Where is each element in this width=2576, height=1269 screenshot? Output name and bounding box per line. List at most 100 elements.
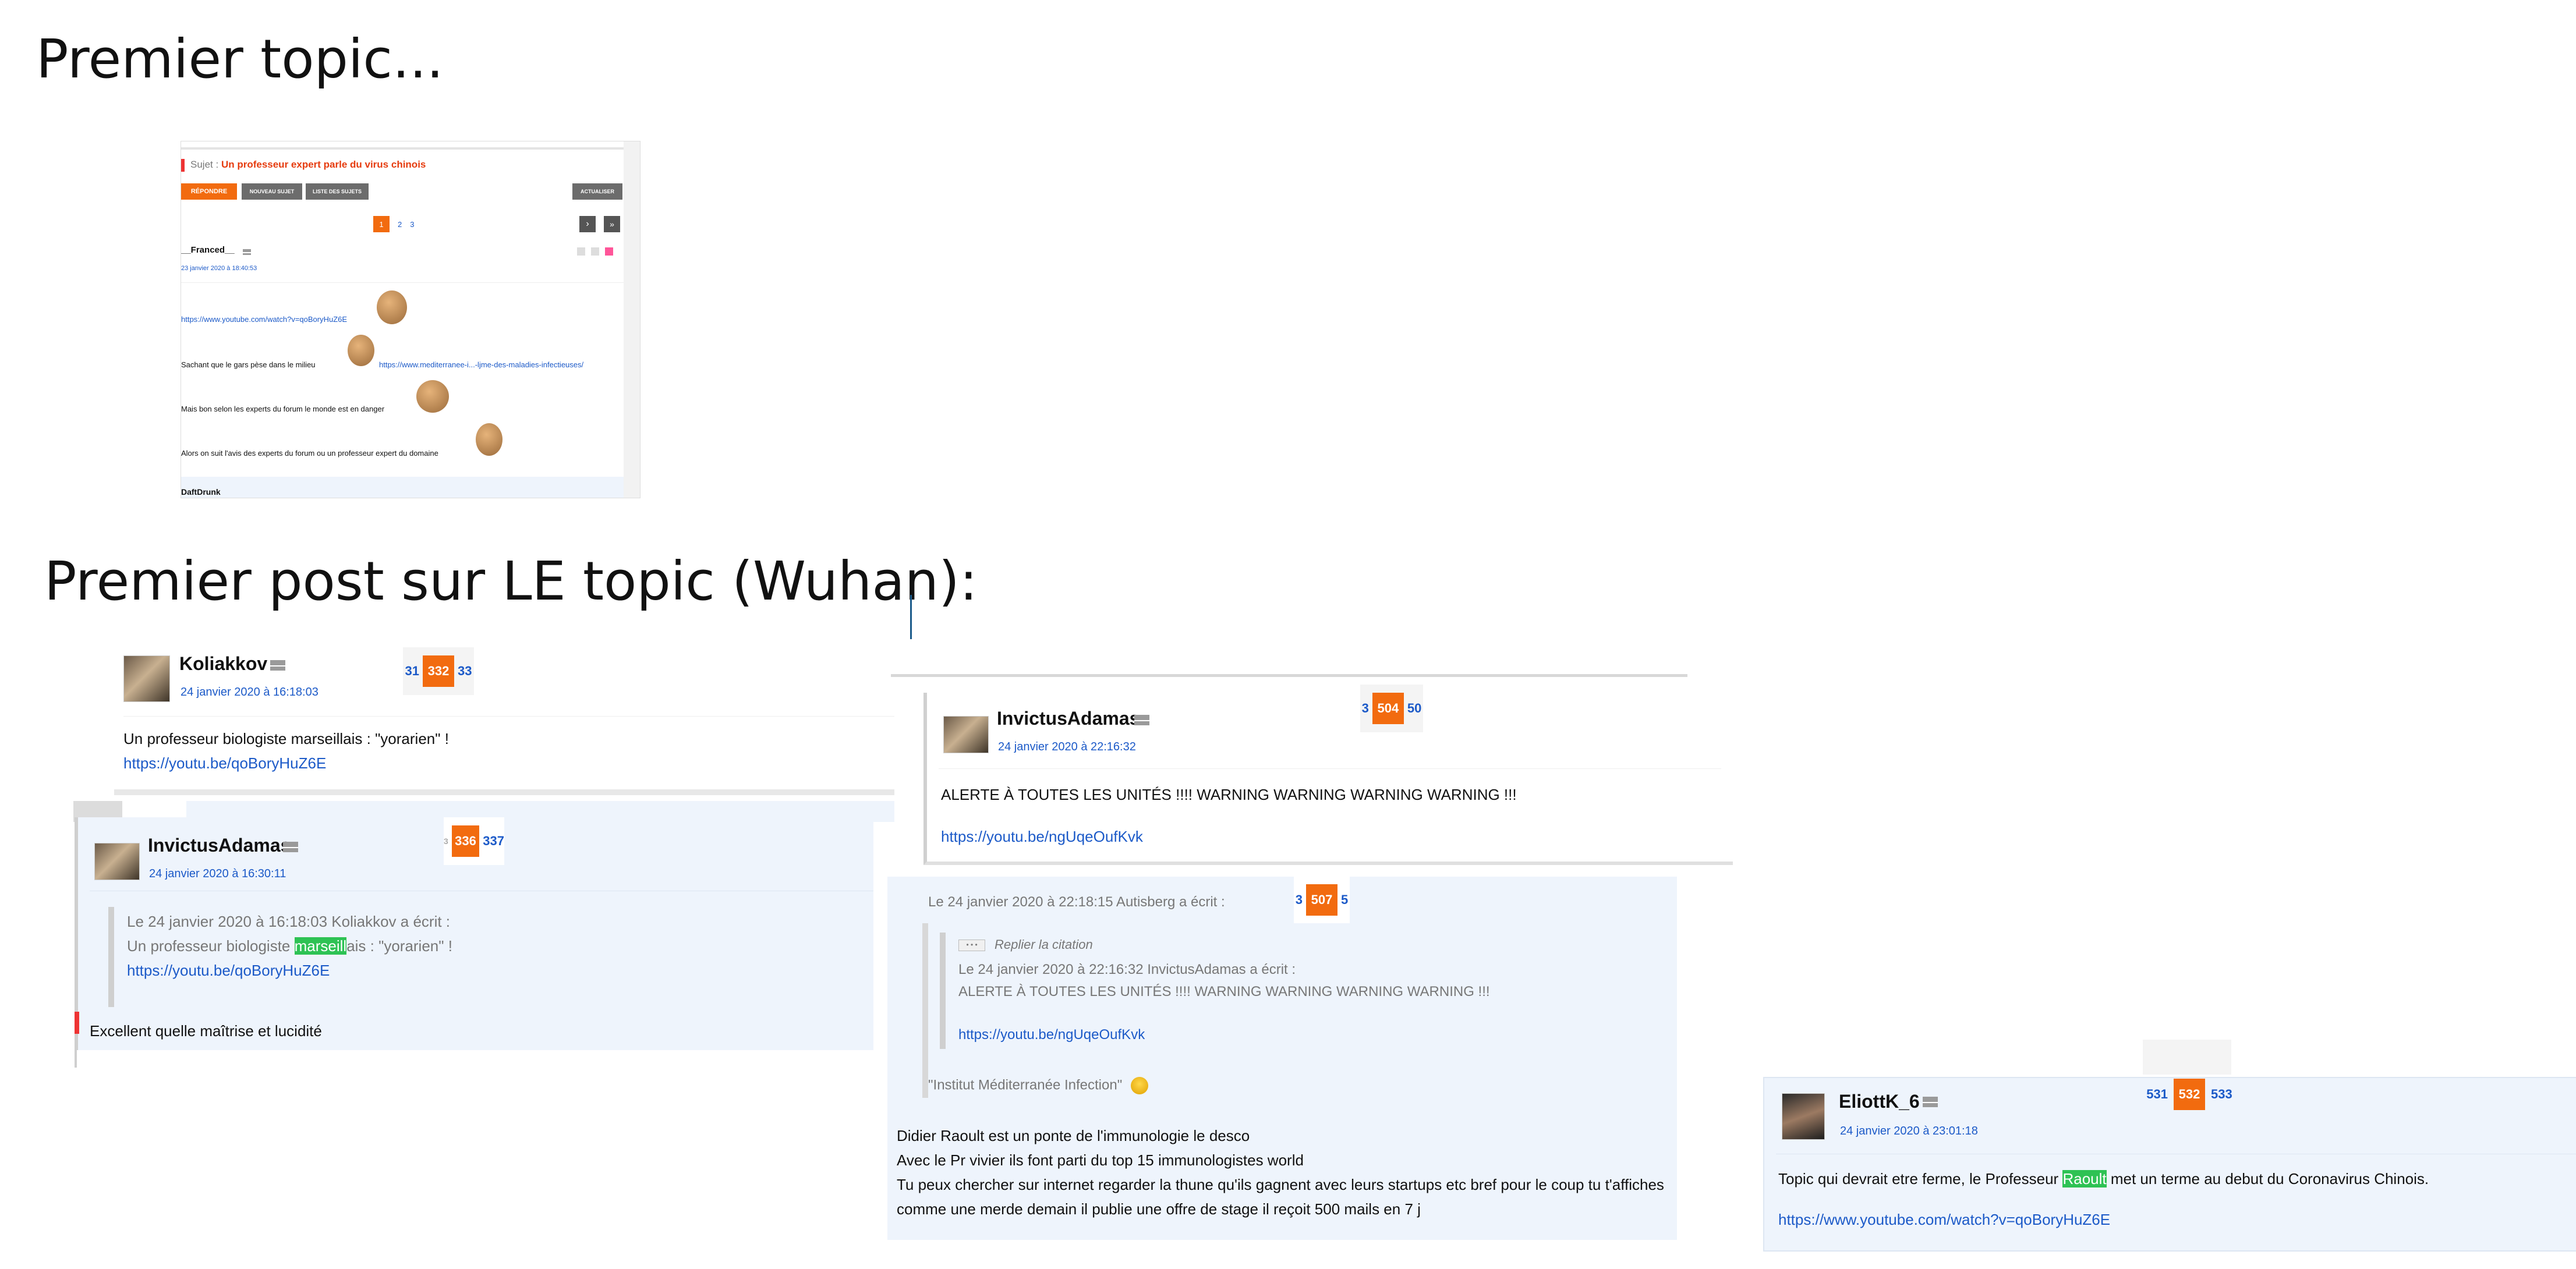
reply-button[interactable]: RÉPONDRE: [181, 183, 237, 200]
topic-author[interactable]: __Franced__: [181, 245, 235, 255]
page-link[interactable]: 3: [444, 836, 448, 846]
topic-line: Mais bon selon les experts du forum le m…: [181, 405, 385, 413]
post-text: Un professeur biologiste marseillais : "…: [123, 730, 449, 747]
topic-list-button[interactable]: LISTE DES SUJETS: [306, 183, 369, 200]
post-author[interactable]: InvictusAdamas: [148, 835, 291, 856]
quote-bar: [922, 1049, 928, 1098]
page-link[interactable]: 5: [1341, 892, 1348, 908]
post-author[interactable]: Koliakkov: [179, 653, 267, 675]
quote-header: Le 24 janvier 2020 à 16:18:03 Koliakkov …: [127, 913, 451, 930]
post-pagination: 31 332 33: [403, 647, 474, 695]
post-text: Excellent quelle maîtrise et lucidité: [90, 1022, 322, 1040]
quote-bar: [75, 1050, 77, 1068]
topic-line: Alors on suit l'avis des experts du foru…: [181, 449, 438, 458]
page-link[interactable]: 3: [1296, 892, 1303, 908]
post-text: Didier Raoult est un ponte de l'immunolo…: [897, 1127, 1250, 1144]
page-link[interactable]: 1: [373, 216, 390, 232]
topic-link[interactable]: https://www.youtube.com/watch?v=qoBoryHu…: [181, 315, 347, 324]
page-link[interactable]: 337: [483, 834, 504, 849]
post-text: comme une merde demain il publie une off…: [897, 1200, 1421, 1218]
post-date[interactable]: 24 janvier 2020 à 22:16:32: [998, 740, 1136, 754]
post-text: Avec le Pr vivier ils font parti du top …: [897, 1151, 1304, 1169]
new-topic-button[interactable]: NOUVEAU SUJET: [242, 183, 302, 200]
page-current: 507: [1306, 884, 1337, 916]
avatar-image[interactable]: [123, 655, 170, 702]
collapse-quote-button[interactable]: • • • Replier la citation: [958, 937, 1093, 952]
laughing-emoji-icon: [1130, 1077, 1148, 1094]
mail-icon[interactable]: [243, 249, 251, 255]
post-author[interactable]: InvictusAdamas: [997, 708, 1140, 729]
page-current: 532: [2174, 1079, 2205, 1110]
nested-quote-block: • • • Replier la citation Le 24 janvier 2…: [940, 933, 1644, 1049]
refresh-button[interactable]: ACTUALISER: [572, 183, 622, 200]
mail-icon[interactable]: [1134, 715, 1149, 725]
quote-header: Le 24 janvier 2020 à 22:18:15 Autisberg …: [928, 894, 1225, 910]
quote-block: Le 24 janvier 2020 à 16:18:03 Koliakkov …: [108, 907, 830, 1007]
post-pagination: 3 504 50: [1360, 685, 1423, 732]
post-author[interactable]: EliottK_6: [1839, 1091, 1920, 1112]
post-koliakkov: Koliakkov 24 janvier 2020 à 16:18:03 31 …: [114, 643, 894, 800]
topic-link[interactable]: https://www.mediterranee-i...-ljme-des-m…: [379, 360, 583, 369]
search-highlight: marseill: [294, 937, 347, 955]
report-icon[interactable]: [605, 247, 613, 256]
topic-line: Sachant que le gars pèse dans le milieu: [181, 360, 316, 369]
post-autisberg: Le 24 janvier 2020 à 22:18:15 Autisberg …: [887, 877, 1677, 1240]
page-current: 332: [423, 655, 454, 687]
nested-quote-link[interactable]: https://youtu.be/ngUqeOufKvk: [958, 1027, 1145, 1043]
quote-icon[interactable]: [577, 247, 585, 256]
post-link[interactable]: https://www.youtube.com/watch?v=qoBoryHu…: [1778, 1211, 2110, 1229]
quote-link[interactable]: https://youtu.be/qoBoryHuZ6E: [127, 962, 330, 980]
page-link[interactable]: 33: [458, 664, 472, 679]
sticker-image: [416, 380, 449, 413]
post-text: Tu peux chercher sur internet regarder l…: [897, 1176, 1664, 1193]
quote-block: • • • Replier la citation Le 24 janvier 2…: [922, 923, 1668, 1049]
sticker-image: [476, 423, 503, 456]
topic-pagination: 1 2 3: [373, 216, 414, 232]
avatar-image[interactable]: [943, 716, 989, 753]
text-cursor: [910, 595, 912, 639]
post-text: Topic qui devrait etre ferme, le Profess…: [1778, 1170, 2429, 1188]
heading-first-topic: Premier topic...: [36, 28, 444, 90]
nested-quote-text: ALERTE À TOUTES LES UNITÉS !!!! WARNING …: [958, 984, 1490, 999]
mail-icon[interactable]: [283, 842, 298, 852]
edit-icon[interactable]: [591, 247, 599, 256]
topic-screenshot: Sujet : Un professeur expert parle du vi…: [181, 141, 641, 498]
sticker-image: [348, 335, 374, 366]
search-highlight: Raoult: [2062, 1170, 2107, 1188]
pagination-shadow: [2143, 1040, 2231, 1075]
post-pagination: 531 532 533: [2137, 1077, 2242, 1112]
post-link[interactable]: https://youtu.be/ngUqeOufKvk: [941, 828, 1143, 846]
page-link[interactable]: 31: [405, 664, 419, 679]
avatar-image[interactable]: [1782, 1093, 1825, 1140]
mail-icon[interactable]: [1923, 1097, 1938, 1107]
page-link[interactable]: 2: [398, 220, 402, 229]
sticker-image: [377, 290, 407, 324]
post-date[interactable]: 24 janvier 2020 à 16:30:11: [149, 867, 286, 881]
page-link[interactable]: 531: [2146, 1087, 2168, 1102]
post-text: ALERTE À TOUTES LES UNITÉS !!!! WARNING …: [941, 786, 1517, 803]
mail-icon[interactable]: [270, 660, 285, 671]
post-date[interactable]: 24 janvier 2020 à 16:18:03: [181, 686, 319, 699]
post-pagination: 3 507 5: [1294, 877, 1350, 923]
quote-text: "Institut Méditerranée Infection": [928, 1077, 1148, 1094]
topic-date[interactable]: 23 janvier 2020 à 18:40:53: [181, 265, 257, 272]
next-page-icon[interactable]: ›: [579, 216, 596, 232]
avatar-image[interactable]: [94, 843, 140, 880]
post-eliott: EliottK_6 24 janvier 2020 à 23:01:18 531…: [1763, 1077, 2576, 1252]
heading-first-post: Premier post sur LE topic (Wuhan):: [44, 550, 978, 612]
edge-marker: [75, 1012, 79, 1034]
post-link[interactable]: https://youtu.be/qoBoryHuZ6E: [123, 754, 326, 772]
post-invictus-2: InvictusAdamas 24 janvier 2020 à 22:16:3…: [923, 685, 1733, 865]
post-pagination: 3 336 337: [444, 817, 504, 865]
topic-subject: Sujet : Un professeur expert parle du vi…: [190, 159, 426, 170]
page-link[interactable]: 3: [410, 220, 414, 229]
page-link[interactable]: 533: [2211, 1087, 2232, 1102]
page-current: 336: [451, 825, 480, 857]
page-link[interactable]: 3: [1362, 701, 1369, 716]
nested-quote-header: Le 24 janvier 2020 à 22:16:32 InvictusAd…: [958, 962, 1296, 977]
last-page-icon[interactable]: »: [604, 216, 620, 232]
page-current: 504: [1372, 693, 1404, 724]
topic-next-author[interactable]: DaftDrunk: [181, 487, 221, 497]
post-date[interactable]: 24 janvier 2020 à 23:01:18: [1840, 1125, 1978, 1138]
page-link[interactable]: 50: [1407, 701, 1421, 716]
